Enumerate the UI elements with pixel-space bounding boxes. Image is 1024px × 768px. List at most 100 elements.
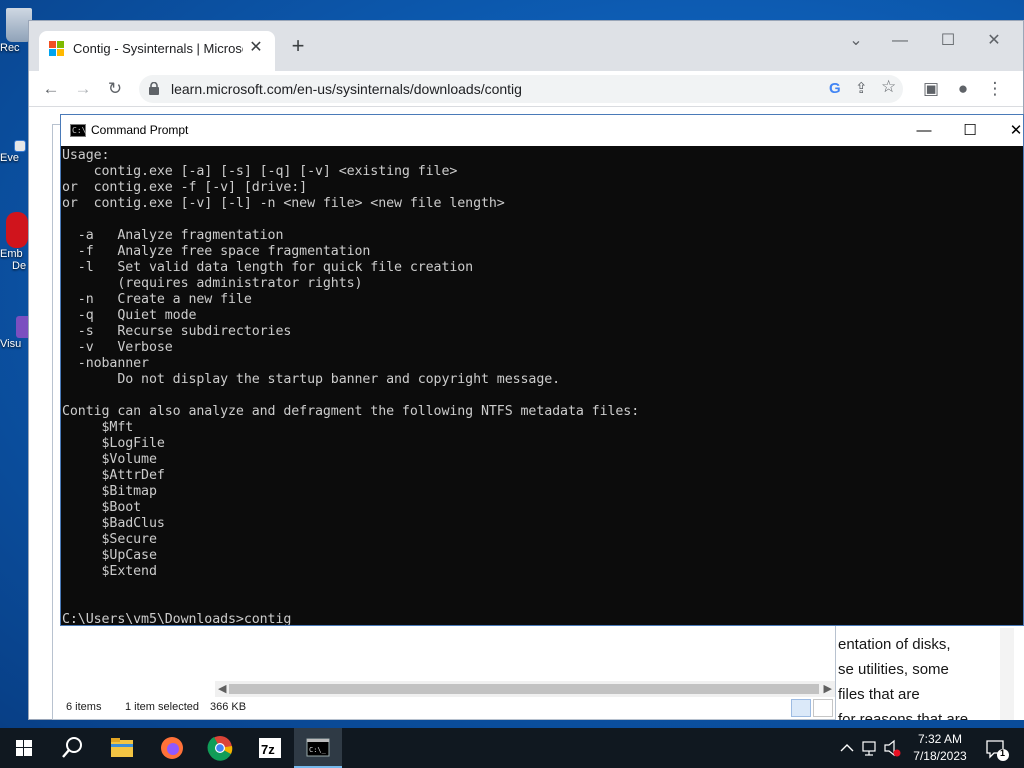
forward-arrow-icon[interactable]: →: [71, 77, 95, 101]
console-line: $Bitmap: [62, 484, 157, 499]
command-prompt-taskbar-button[interactable]: C:\_: [294, 728, 342, 768]
network-icon[interactable]: [860, 728, 880, 768]
embarcadero-icon: [6, 212, 28, 248]
webpage-text: entation of disks,: [838, 636, 951, 653]
command-prompt-icon: C:\_: [306, 738, 330, 757]
side-panel-icon[interactable]: ▣: [919, 77, 943, 101]
selection-size: 366 KB: [210, 701, 247, 713]
reload-icon[interactable]: ↻: [103, 77, 127, 101]
webpage-content: entation of disks, se utilities, some fi…: [836, 620, 1024, 720]
system-clock[interactable]: 7:32 AM 7/18/2023: [904, 731, 976, 765]
tab-close-icon[interactable]: ✕: [247, 39, 265, 57]
console-line: $Volume: [62, 452, 157, 467]
url-text: learn.microsoft.com/en-us/sysinternals/d…: [171, 81, 522, 97]
clock-date: 7/18/2023: [913, 749, 967, 763]
command-prompt-icon: C:\: [70, 124, 87, 137]
console-line: $Secure: [62, 532, 157, 547]
console-line: Contig can also analyze and defragment t…: [62, 404, 640, 419]
desktop-icon-label: De: [12, 260, 27, 272]
console-line: -f Analyze free space fragmentation: [62, 244, 371, 259]
taskbar: 7z C:\_ 7:32 AM 7/18/2023 1: [0, 728, 1024, 768]
scrollbar-thumb[interactable]: [229, 684, 819, 694]
console-line: $BadClus: [62, 516, 165, 531]
window-title: Command Prompt: [91, 123, 189, 137]
new-tab-button[interactable]: +: [287, 35, 309, 57]
console-line: contig.exe [-a] [-s] [-q] [-v] <existing…: [62, 164, 458, 179]
lock-icon: [149, 82, 159, 95]
explorer-status-bar: 6 items 1 item selected 366 KB: [53, 695, 835, 719]
console-line: -nobanner: [62, 356, 149, 371]
windows-logo-icon: [16, 740, 32, 756]
menu-kebab-icon[interactable]: ⋮: [983, 77, 1007, 101]
console-line: -s Recurse subdirectories: [62, 324, 292, 339]
7zip-taskbar-button[interactable]: 7z: [246, 728, 294, 768]
console-line: or contig.exe [-v] [-l] -n <new file> <n…: [62, 196, 505, 211]
console-line: -q Quiet mode: [62, 308, 197, 323]
console-line: -v Verbose: [62, 340, 173, 355]
start-button[interactable]: [0, 728, 48, 768]
browser-toolbar: ← → ↻ learn.microsoft.com/en-us/sysinter…: [29, 71, 1023, 107]
cmd-minimize-button[interactable]: —: [901, 115, 947, 146]
cmd-maximize-button[interactable]: ☐: [947, 115, 993, 146]
console-line: Do not display the startup banner and co…: [62, 372, 561, 387]
show-hidden-icons-button[interactable]: [838, 728, 856, 768]
file-explorer-taskbar-button[interactable]: [98, 728, 146, 768]
console-output[interactable]: Usage: contig.exe [-a] [-s] [-q] [-v] <e…: [61, 146, 1021, 625]
search-icon: [62, 737, 82, 758]
console-line: $AttrDef: [62, 468, 165, 483]
webpage-text: se utilities, some: [838, 661, 949, 678]
console-line: or contig.exe -f [-v] [drive:]: [62, 180, 308, 195]
maximize-button[interactable]: ☐: [933, 27, 963, 55]
notification-center-button[interactable]: 1: [982, 728, 1010, 768]
console-line: C:\Users\vm5\Downloads>contig: [62, 612, 292, 625]
share-icon[interactable]: ⇪: [855, 79, 868, 97]
search-button[interactable]: [48, 728, 96, 768]
desktop-icon-label: Eve: [0, 152, 19, 164]
cmd-close-button[interactable]: ✕: [993, 115, 1024, 146]
items-count: 6 items: [66, 701, 102, 713]
desktop-icon-label: Rec: [0, 42, 20, 54]
close-button[interactable]: ✕: [979, 27, 1009, 55]
svg-text:C:\_: C:\_: [309, 746, 327, 754]
webpage-text: files that are: [838, 686, 920, 703]
event-viewer-icon: [14, 140, 26, 152]
browser-tab[interactable]: Contig - Sysinternals | Microsoft ✕: [39, 31, 275, 71]
volume-muted-icon[interactable]: [882, 728, 902, 768]
notification-icon: [986, 740, 1009, 761]
chrome-icon: [207, 736, 233, 761]
console-line: (requires administrator rights): [62, 276, 363, 291]
desktop-icon-label: Emb: [0, 248, 23, 260]
console-line: $UpCase: [62, 548, 157, 563]
cmd-title-bar[interactable]: C:\ Command Prompt — ☐ ✕: [61, 115, 1023, 146]
bookmark-star-icon[interactable]: ☆: [881, 77, 896, 97]
console-line: -l Set valid data length for quick file …: [62, 260, 474, 275]
chevron-up-icon: [840, 744, 854, 752]
chrome-taskbar-button[interactable]: [196, 728, 244, 768]
tab-title: Contig - Sysinternals | Microsoft: [73, 41, 243, 56]
notification-count: 1: [1000, 748, 1006, 758]
browser-tabstrip: Contig - Sysinternals | Microsoft ✕ + ⌄ …: [29, 21, 1023, 71]
tab-search-chevron-icon[interactable]: ⌄: [841, 27, 871, 55]
back-arrow-icon[interactable]: ←: [39, 77, 63, 101]
webpage-scrollbar[interactable]: [1000, 628, 1014, 720]
console-line: $LogFile: [62, 436, 165, 451]
profile-avatar-icon[interactable]: ●: [951, 77, 975, 101]
google-translate-icon[interactable]: G: [829, 80, 841, 97]
console-line: $Mft: [62, 420, 134, 435]
minimize-button[interactable]: —: [885, 27, 915, 55]
firefox-taskbar-button[interactable]: [148, 728, 196, 768]
microsoft-logo-icon: [49, 41, 65, 57]
command-prompt-window: C:\ Command Prompt — ☐ ✕ Usage: contig.e…: [60, 114, 1024, 626]
webpage-text: for reasons that are: [838, 711, 969, 720]
console-line: -n Create a new file: [62, 292, 252, 307]
console-line: -a Analyze fragmentation: [62, 228, 284, 243]
7zip-icon: 7z: [259, 738, 281, 758]
svg-text:7z: 7z: [261, 742, 275, 757]
console-line: $Extend: [62, 564, 157, 579]
firefox-icon: [161, 737, 183, 759]
address-bar[interactable]: learn.microsoft.com/en-us/sysinternals/d…: [139, 75, 903, 103]
clock-time: 7:32 AM: [917, 732, 963, 746]
console-line: $Boot: [62, 500, 142, 515]
desktop-icon-label: Visu: [0, 338, 22, 350]
folder-icon: [111, 738, 133, 757]
